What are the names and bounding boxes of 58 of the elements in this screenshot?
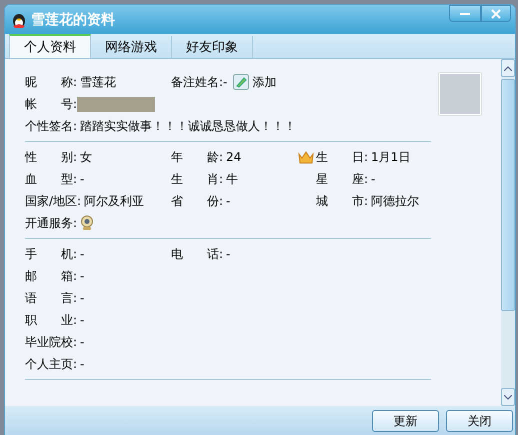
field-value: 雪莲花: [80, 74, 116, 90]
field-label: 语 言:: [25, 290, 78, 306]
tab[interactable]: 网络游戏: [91, 36, 172, 58]
field-label: 城 市:: [316, 192, 368, 210]
dialog-button[interactable]: 关闭: [446, 410, 513, 432]
field-value: -: [226, 247, 230, 261]
crown-icon: [298, 150, 314, 164]
field-label: 个性签名:: [25, 118, 78, 134]
close-button[interactable]: [481, 5, 511, 22]
field-label: 性 别:: [25, 148, 78, 166]
field-value: -: [80, 335, 84, 349]
field-value: -: [226, 194, 230, 208]
field-value: 24: [226, 150, 242, 164]
pencil-icon[interactable]: [233, 74, 250, 90]
field-label: 省 份:: [171, 192, 224, 210]
field-value: 阿德拉尔: [371, 192, 420, 210]
field-label: 备注姓名:: [171, 74, 224, 90]
field-label: 昵 称:: [25, 74, 78, 90]
field-label: 生 肖:: [171, 170, 224, 188]
field-label: 开通服务:: [25, 214, 78, 232]
field-label: 年 龄:: [171, 148, 224, 166]
scrollbar[interactable]: [501, 59, 515, 406]
field-value: -: [80, 172, 84, 186]
field-label: 帐 号:: [25, 96, 78, 112]
field-value: -: [371, 172, 376, 186]
field-value: -: [80, 357, 84, 371]
minimize-button[interactable]: [449, 5, 481, 22]
up-chevron-icon: [504, 66, 512, 70]
field-label: 生 日:: [316, 148, 368, 166]
field-label: 邮 箱:: [25, 268, 78, 284]
field-value: -: [80, 247, 84, 261]
field-label: 血 型:: [25, 170, 78, 188]
tab[interactable]: 个人资料: [9, 34, 91, 58]
tab[interactable]: 好友印象: [172, 36, 253, 58]
close-icon: [491, 8, 501, 18]
window-title: 雪莲花的资料: [31, 10, 116, 28]
field-label: 国家/地区:: [25, 192, 82, 210]
field-value: 1月1日: [371, 148, 410, 166]
add-link[interactable]: 添加: [252, 74, 276, 90]
field-label: 星 座:: [316, 170, 368, 188]
field-label: 职 业:: [25, 312, 78, 328]
avatar-photo-placeholder: [439, 73, 481, 115]
field-label: 手 机:: [25, 246, 78, 262]
field-label: 个人主页:: [25, 356, 78, 372]
webcam-icon[interactable]: [80, 215, 94, 231]
field-value: -: [223, 75, 228, 89]
field-value: 女: [80, 148, 92, 166]
field-label: 电 话:: [171, 246, 224, 262]
field-value: 踏踏实实做事！！！诚诚恳恳做人！！！: [80, 118, 296, 134]
field-value: -: [80, 291, 84, 305]
field-value: 阿尔及利亚: [84, 192, 144, 210]
field-label: 毕业院校:: [25, 334, 78, 350]
field-value: -: [80, 313, 84, 327]
dialog-button[interactable]: 更新: [372, 410, 439, 432]
minimize-icon: [460, 12, 470, 16]
down-chevron-icon: [504, 394, 512, 400]
field-value: -: [80, 269, 84, 283]
field-value: 牛: [226, 170, 238, 188]
